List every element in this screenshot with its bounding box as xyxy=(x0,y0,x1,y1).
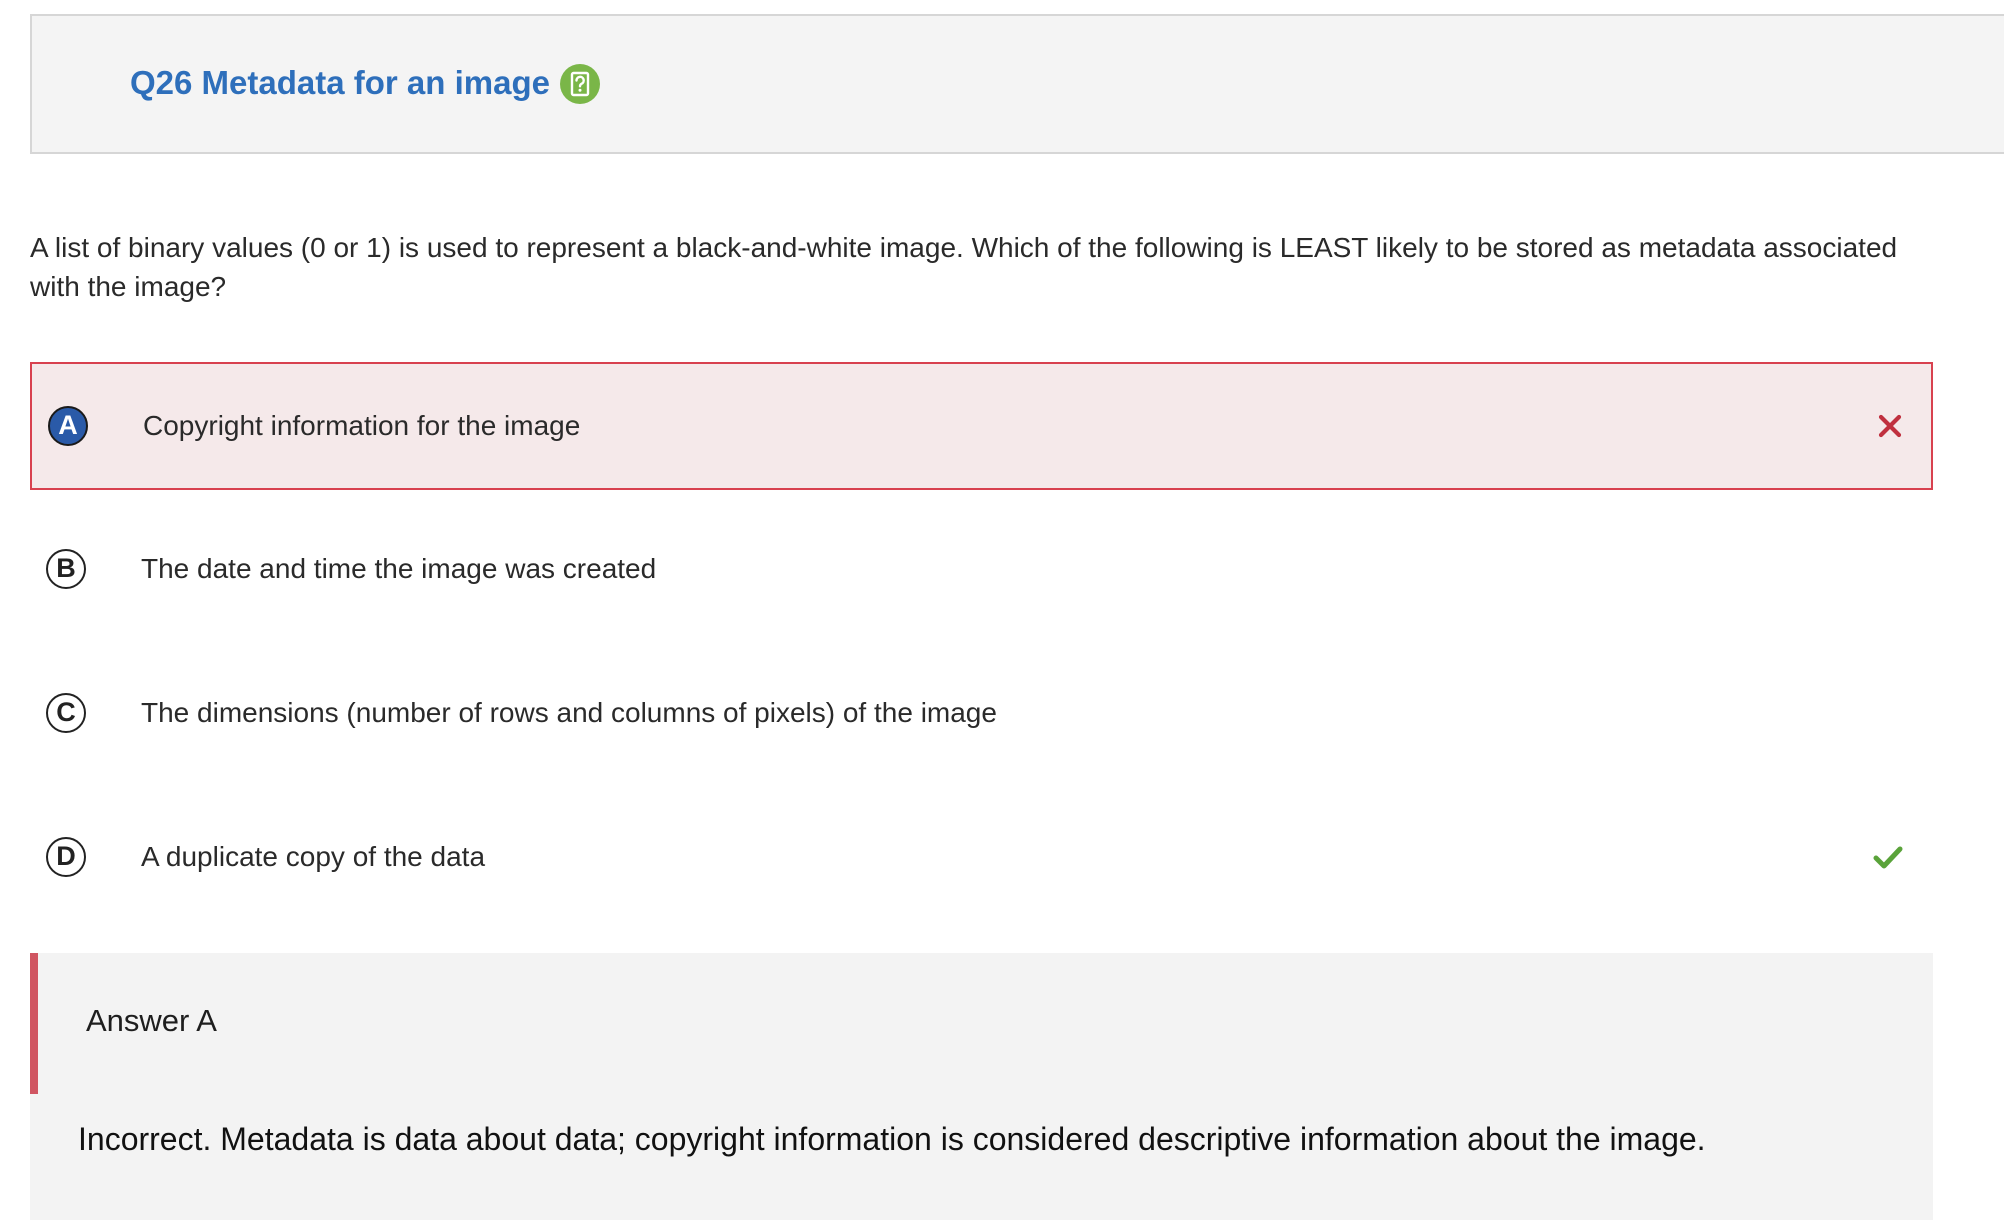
option-text: Copyright information for the image xyxy=(143,410,581,441)
check-icon xyxy=(1870,839,1906,875)
answer-label: Answer A xyxy=(86,1003,217,1038)
question-header: Q26 Metadata for an image xyxy=(30,14,2004,154)
answer-explanation: Incorrect. Metadata is data about data; … xyxy=(78,1121,1706,1157)
answer-option-c[interactable]: C The dimensions (number of rows and col… xyxy=(30,651,1933,779)
answer-feedback-panel: Answer A Incorrect. Metadata is data abo… xyxy=(30,953,1933,1220)
feedback-accent-bar xyxy=(30,953,38,1094)
option-text: The dimensions (number of rows and colum… xyxy=(141,697,997,728)
option-letter-badge: D xyxy=(46,837,86,877)
question-page: Q26 Metadata for an image A list of bina… xyxy=(0,0,2004,1220)
option-letter-badge: B xyxy=(46,549,86,589)
answer-option-d[interactable]: D A duplicate copy of the data xyxy=(30,795,1933,923)
answer-option-b[interactable]: B The date and time the image was create… xyxy=(30,507,1933,635)
option-letter-badge: A xyxy=(48,406,88,446)
option-letter-badge: C xyxy=(46,693,86,733)
question-title: Q26 Metadata for an image xyxy=(130,64,550,101)
answer-option-a[interactable]: A Copyright information for the image xyxy=(30,362,1933,490)
question-text: A list of binary values (0 or 1) is used… xyxy=(30,232,1898,302)
x-icon xyxy=(1872,408,1908,444)
option-text: A duplicate copy of the data xyxy=(141,841,486,872)
help-icon[interactable] xyxy=(560,64,600,104)
option-text: The date and time the image was created xyxy=(141,553,657,584)
